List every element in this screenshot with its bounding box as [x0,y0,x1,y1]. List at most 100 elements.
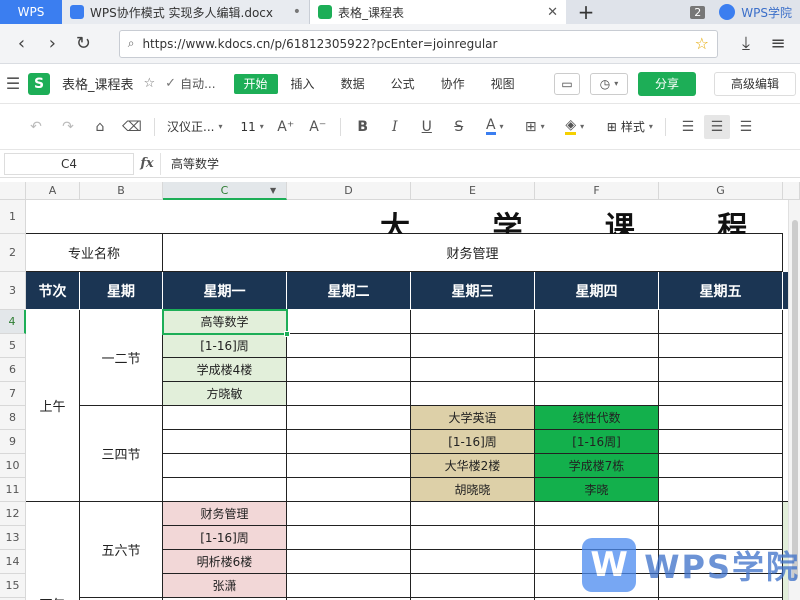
select-all-corner[interactable] [0,182,26,200]
redo-icon[interactable]: ↷ [52,119,84,135]
course-cell[interactable]: [1-16]周 [163,334,287,358]
row-header[interactable]: 10 [0,454,26,478]
decrease-font-icon[interactable]: A⁻ [302,119,334,135]
menu-start[interactable]: 开始 [233,73,278,94]
empty-cell[interactable] [659,358,783,382]
course-cell[interactable]: 学成楼4楼 [163,358,287,382]
reload-icon[interactable]: ↻ [68,28,99,60]
empty-cell[interactable] [287,574,411,598]
menu-collab[interactable]: 协作 [428,75,478,92]
empty-cell[interactable] [535,334,659,358]
empty-cell[interactable] [411,526,535,550]
course-cell[interactable]: 大华楼2楼 [411,454,535,478]
course-cell[interactable]: [1-16]周 [411,430,535,454]
tab-count-badge[interactable]: 2 [690,5,706,19]
url-input[interactable]: ⌕ https://www.kdocs.cn/p/61812305922?pcE… [118,29,719,58]
course-cell[interactable]: 胡晓晓 [411,478,535,502]
empty-cell[interactable] [163,454,287,478]
empty-cell[interactable] [287,310,411,334]
row-header[interactable]: 12 [0,502,26,526]
bookmark-star-icon[interactable]: ☆ [695,34,709,53]
empty-cell[interactable] [287,526,411,550]
function-icon[interactable]: fx [134,156,160,171]
column-menu-icon[interactable]: ▼ [270,186,276,195]
period-afternoon-cell[interactable]: 下午 [26,502,80,600]
row-header[interactable]: 6 [0,358,26,382]
row-header[interactable]: 11 [0,478,26,502]
align-center-icon[interactable]: ☰ [703,114,730,139]
row-header[interactable]: 14 [0,550,26,574]
header-cell[interactable]: 星期四 [535,272,659,310]
empty-cell[interactable] [535,310,659,334]
empty-cell[interactable] [411,574,535,598]
strikethrough-icon[interactable]: S [443,119,475,135]
document-title[interactable]: 表格_课程表 [62,74,134,93]
tab-sheet[interactable]: 表格_课程表 ✕ [310,0,566,24]
course-cell[interactable]: 财务管理 [163,502,287,526]
row-header[interactable]: 9 [0,430,26,454]
empty-cell[interactable] [287,358,411,382]
course-cell[interactable]: 高等数学 [163,310,287,334]
new-tab-button[interactable]: + [566,0,606,24]
advanced-edit-button[interactable]: 高级编辑 [714,71,796,96]
empty-cell[interactable] [287,334,411,358]
empty-cell[interactable] [659,454,783,478]
session-cell[interactable]: 一二节 [80,310,163,406]
align-right-icon[interactable]: ☰ [730,119,762,135]
hamburger-icon[interactable]: ☰ [0,74,26,93]
present-icon[interactable]: ▭ [554,72,580,95]
course-cell[interactable]: 张潇 [163,574,287,598]
fill-color-icon[interactable]: ◈ ▾ [555,118,595,135]
tab-docx[interactable]: WPS协作模式 实现多人编辑.docx • [62,0,310,24]
menu-insert[interactable]: 插入 [278,75,328,92]
empty-cell[interactable] [411,310,535,334]
header-cell[interactable]: 星期一 [163,272,287,310]
format-painter-icon[interactable]: ⌂ [84,119,116,135]
major-label-cell[interactable]: 专业名称 [26,234,163,272]
empty-cell[interactable] [659,334,783,358]
course-cell[interactable]: 大学英语 [411,406,535,430]
empty-cell[interactable] [411,502,535,526]
row-header[interactable]: 2 [0,234,26,272]
history-icon[interactable]: ◷ ▾ [590,72,628,95]
menu-formula[interactable]: 公式 [378,75,428,92]
empty-cell[interactable] [659,406,783,430]
empty-cell[interactable] [659,382,783,406]
empty-cell[interactable] [659,502,783,526]
column-header[interactable]: E [411,182,535,200]
session-cell[interactable]: 五六节 [80,502,163,598]
forward-icon[interactable]: › [37,28,68,60]
empty-cell[interactable] [411,358,535,382]
empty-cell[interactable] [535,382,659,406]
course-cell[interactable]: 方晓敏 [163,382,287,406]
fill-handle[interactable] [284,331,290,337]
scrollbar-thumb[interactable] [792,220,798,580]
row-header-active[interactable]: 4 [0,310,26,334]
star-icon[interactable]: ☆ [144,76,156,91]
back-icon[interactable]: ‹ [6,28,37,60]
italic-icon[interactable]: I [379,119,411,135]
bold-icon[interactable]: B [347,119,379,135]
column-header[interactable]: G [659,182,783,200]
empty-cell[interactable] [535,502,659,526]
increase-font-icon[interactable]: A⁺ [270,119,302,135]
course-cell[interactable]: 线性代数 [535,406,659,430]
underline-icon[interactable]: U [411,119,443,135]
empty-cell[interactable] [287,478,411,502]
column-header[interactable]: A [26,182,80,200]
empty-cell[interactable] [163,406,287,430]
menu-icon[interactable]: ≡ [762,28,794,60]
menu-data[interactable]: 数据 [328,75,378,92]
row-header[interactable]: 8 [0,406,26,430]
close-tab-icon[interactable]: ✕ [547,5,558,20]
row-header[interactable]: 7 [0,382,26,406]
cell-style-select[interactable]: ⊞ 样式 ▾ [601,118,659,135]
empty-cell[interactable] [659,478,783,502]
font-family-select[interactable]: 汉仪正... ▾ [161,118,228,135]
empty-cell[interactable] [287,430,411,454]
font-color-icon[interactable]: A ▾ [475,118,515,135]
empty-cell[interactable] [659,310,783,334]
course-cell[interactable]: 明析楼6楼 [163,550,287,574]
header-cell[interactable]: 星期二 [287,272,411,310]
empty-cell[interactable] [659,430,783,454]
